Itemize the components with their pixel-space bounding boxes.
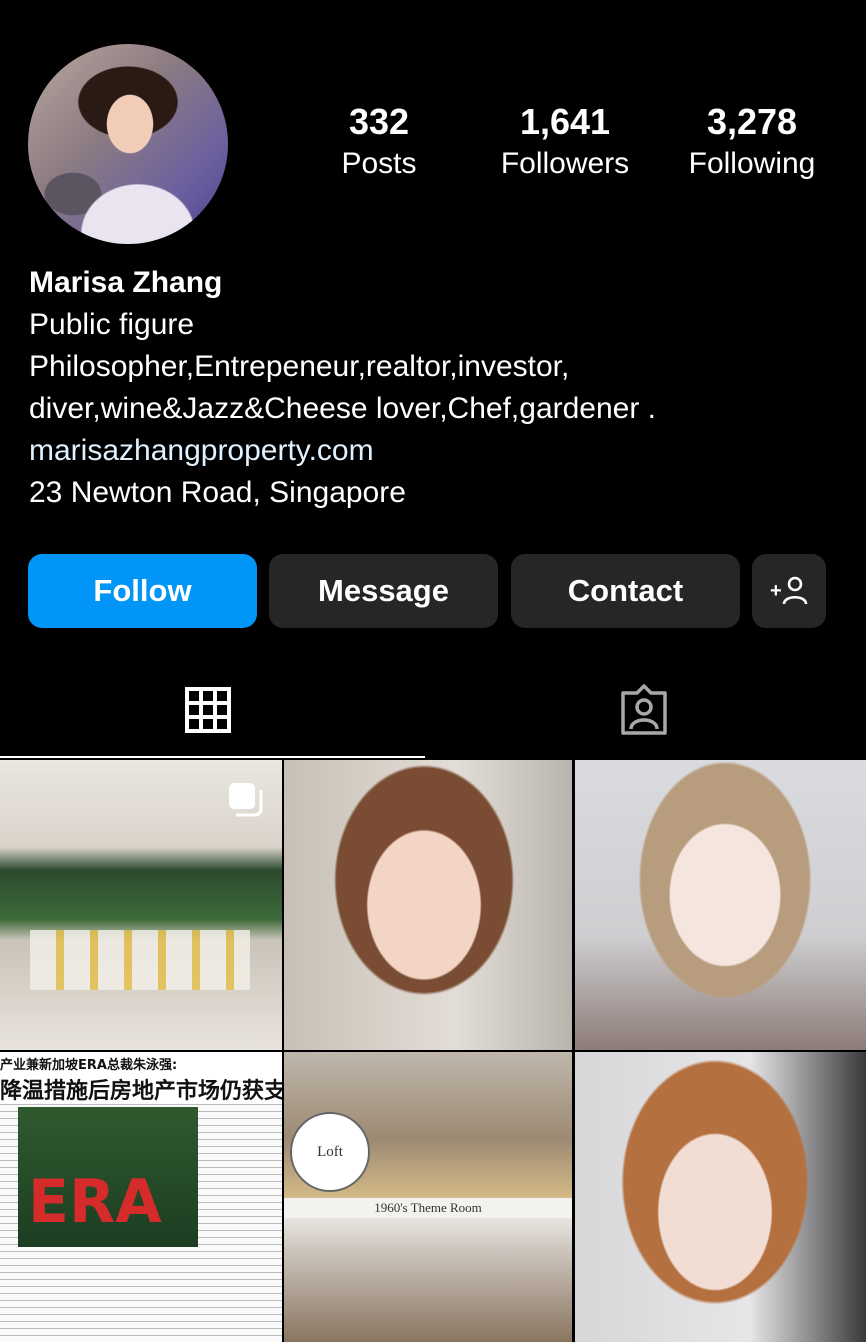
post-thumbnail[interactable] <box>284 760 572 1050</box>
followers-count-value: 1,641 <box>519 101 611 142</box>
followers-count-label: Followers <box>500 147 630 180</box>
posts-count[interactable]: 332 Posts <box>299 100 459 184</box>
posts-grid: 产业兼新加坡ERA总裁朱泳强: 降温措施后房地产市场仍获支 ERA Loft 1… <box>0 760 866 1342</box>
message-button[interactable]: Message <box>269 554 498 628</box>
post-thumbnail[interactable] <box>575 760 866 1050</box>
carousel-icon <box>229 783 263 817</box>
tab-tagged[interactable] <box>614 680 674 740</box>
post-thumbnail[interactable] <box>575 1052 866 1342</box>
post-thumbnail[interactable]: Loft 1960's Theme Room <box>284 1052 572 1342</box>
tagged-icon <box>621 684 667 735</box>
newspaper-headline: 产业兼新加坡ERA总裁朱泳强: 降温措施后房地产市场仍获支 <box>0 1052 282 1104</box>
grid-icon <box>185 687 231 733</box>
contact-button[interactable]: Contact <box>511 554 740 628</box>
newspaper-headline-line-1: 产业兼新加坡ERA总裁朱泳强: <box>0 1058 178 1073</box>
bio-line-2: diver,wine&Jazz&Cheese lover,Chef,garden… <box>29 392 657 425</box>
posts-count-label: Posts <box>341 147 417 180</box>
loft-badge: Loft <box>290 1112 370 1192</box>
theme-room-caption: 1960's Theme Room <box>284 1198 572 1218</box>
suggest-accounts-button[interactable]: + <box>752 554 826 628</box>
profile-avatar[interactable] <box>28 44 228 244</box>
newspaper-headline-line-2: 降温措施后房地产市场仍获支 <box>0 1079 282 1104</box>
posts-count-value: 332 <box>348 101 410 142</box>
profile-address[interactable]: 23 Newton Road, Singapore <box>29 472 656 514</box>
follow-button[interactable]: Follow <box>28 554 257 628</box>
following-count-value: 3,278 <box>706 101 798 142</box>
newspaper-photo: ERA <box>18 1107 198 1247</box>
profile-bio: Marisa Zhang Public figure Philosopher,E… <box>29 262 656 514</box>
following-count[interactable]: 3,278 Following <box>672 100 832 184</box>
website-link[interactable]: marisazhangproperty.com <box>29 430 656 472</box>
profile-category: Public figure <box>29 308 195 341</box>
tab-posts-grid[interactable] <box>178 680 238 740</box>
post-thumbnail[interactable] <box>0 760 282 1050</box>
post-thumbnail[interactable]: 产业兼新加坡ERA总裁朱泳强: 降温措施后房地产市场仍获支 ERA <box>0 1052 282 1342</box>
add-person-icon: + <box>770 576 808 605</box>
era-logo-text: ERA <box>28 1167 162 1237</box>
active-tab-indicator <box>0 756 425 758</box>
followers-count[interactable]: 1,641 Followers <box>485 100 645 184</box>
svg-text:+: + <box>770 580 782 602</box>
profile-name: Marisa Zhang <box>29 266 223 299</box>
following-count-label: Following <box>688 147 816 180</box>
bio-line-1: Philosopher,Entrepeneur,realtor,investor… <box>29 350 570 383</box>
